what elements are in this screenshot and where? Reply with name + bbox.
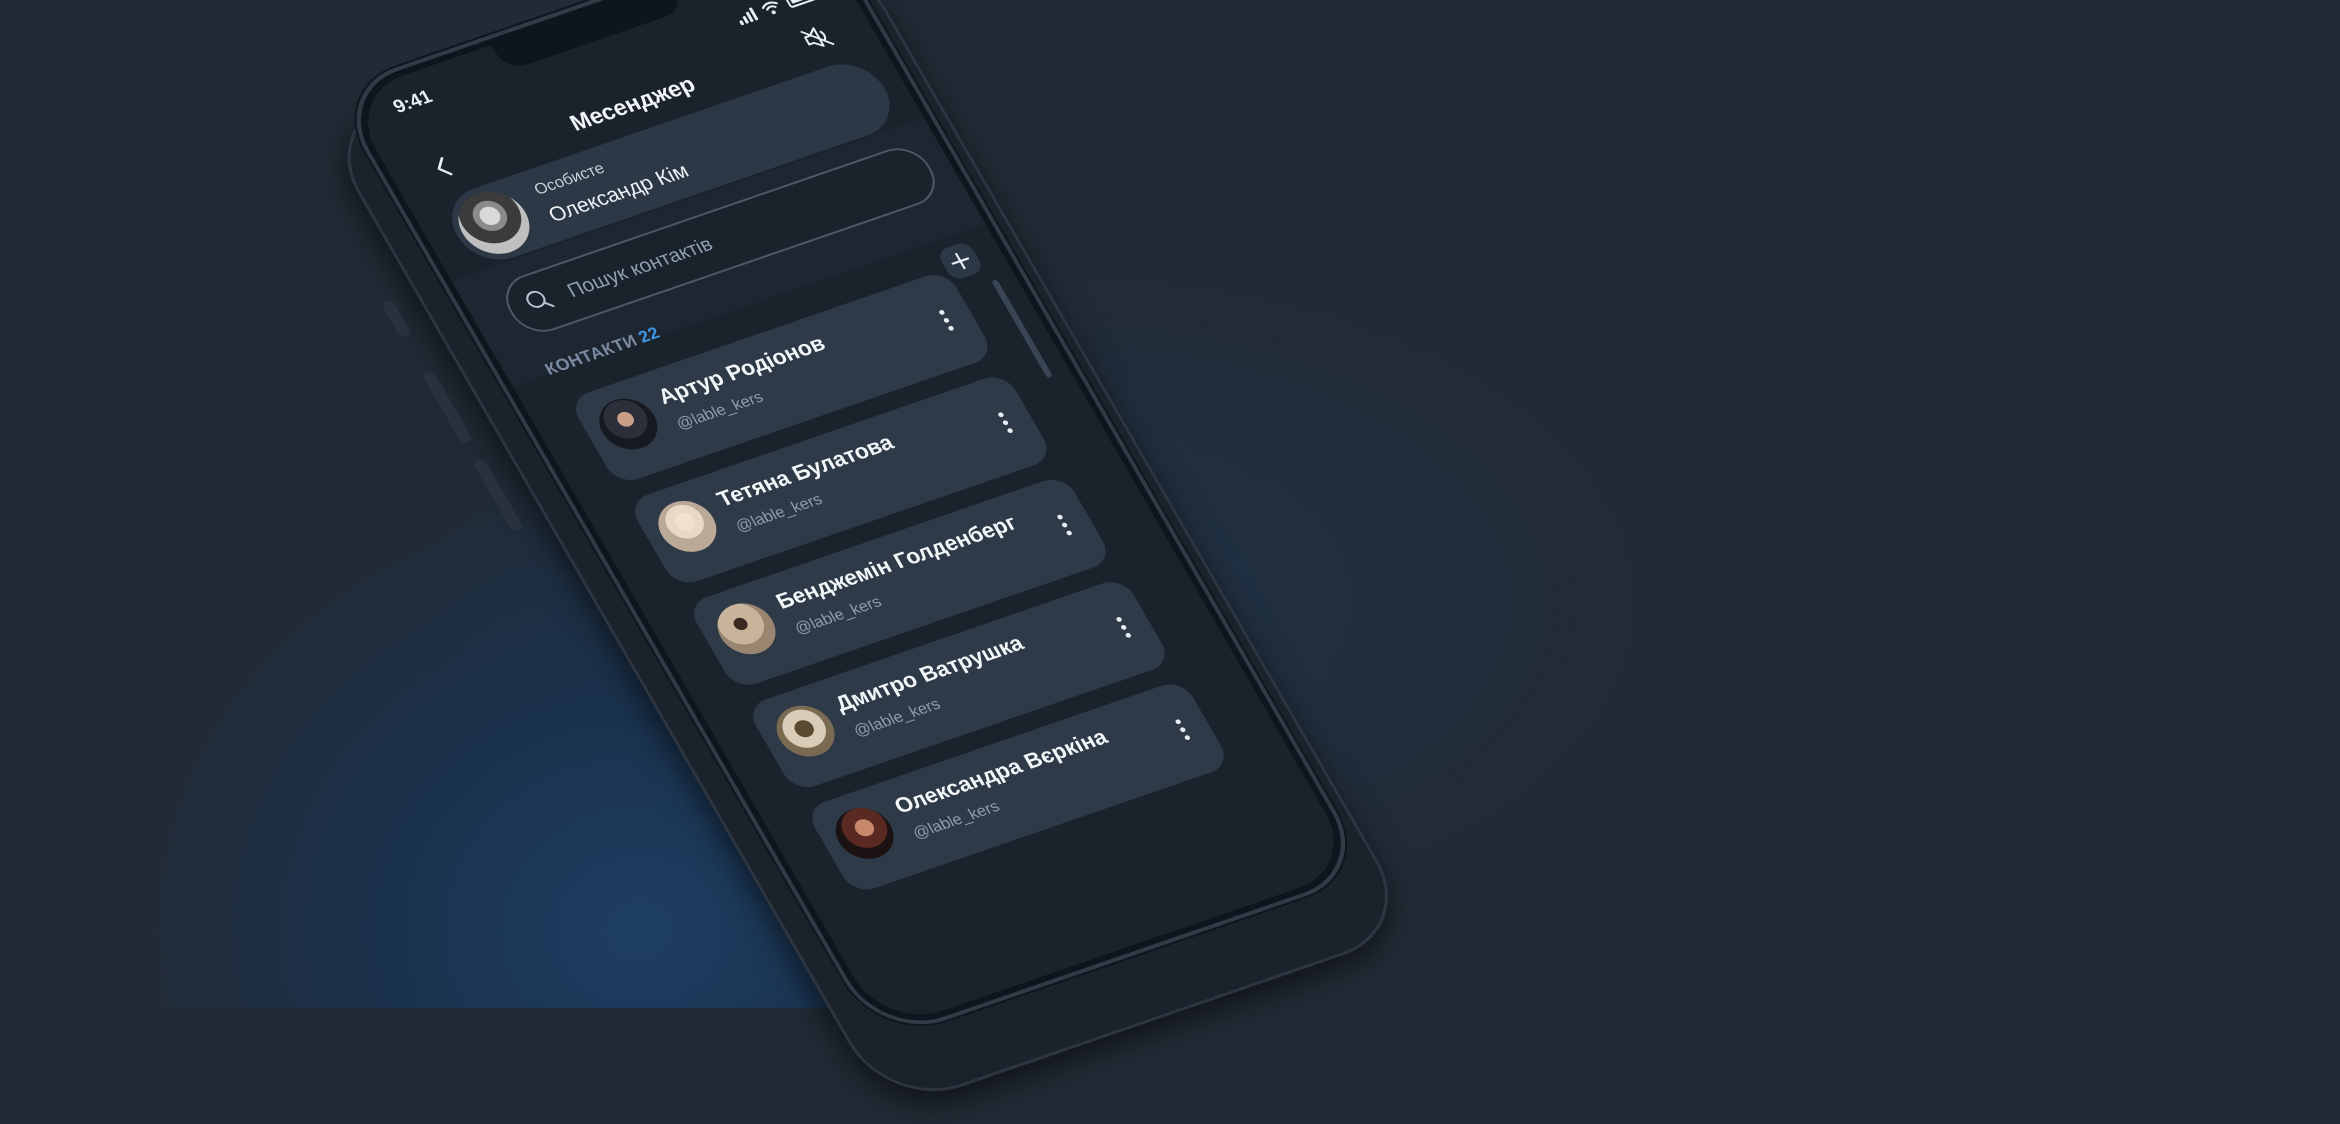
more-vertical-icon[interactable] — [986, 403, 1023, 441]
avatar — [445, 182, 542, 263]
side-button — [421, 369, 474, 445]
search-icon — [526, 290, 555, 308]
wifi-icon — [761, 1, 778, 14]
avatar — [707, 596, 786, 662]
more-vertical-icon[interactable] — [1163, 710, 1200, 748]
status-time: 9:41 — [389, 86, 437, 118]
more-vertical-icon[interactable] — [927, 301, 964, 339]
side-button — [472, 458, 525, 533]
side-button — [380, 299, 413, 339]
app-screen: 9:41 Месенджер Особисте Олександр Кім По… — [344, 0, 1358, 1031]
avatar — [589, 391, 668, 457]
contacts-list: Артур Родіонов @lable_kers Тетяна Булато… — [567, 269, 1242, 911]
phone-mockup: 9:41 Месенджер Особисте Олександр Кім По… — [317, 0, 1418, 1112]
more-vertical-icon[interactable] — [1045, 506, 1082, 544]
plus-icon — [951, 252, 970, 270]
signal-icon — [734, 6, 759, 26]
more-vertical-icon[interactable] — [1104, 608, 1141, 646]
avatar — [825, 800, 904, 867]
phone-frame: 9:41 Месенджер Особисте Олександр Кім По… — [330, 0, 1372, 1043]
notch — [491, 0, 687, 72]
avatar — [648, 493, 727, 560]
avatar — [766, 698, 845, 764]
battery-icon — [783, 0, 818, 9]
status-icons — [734, 0, 818, 26]
